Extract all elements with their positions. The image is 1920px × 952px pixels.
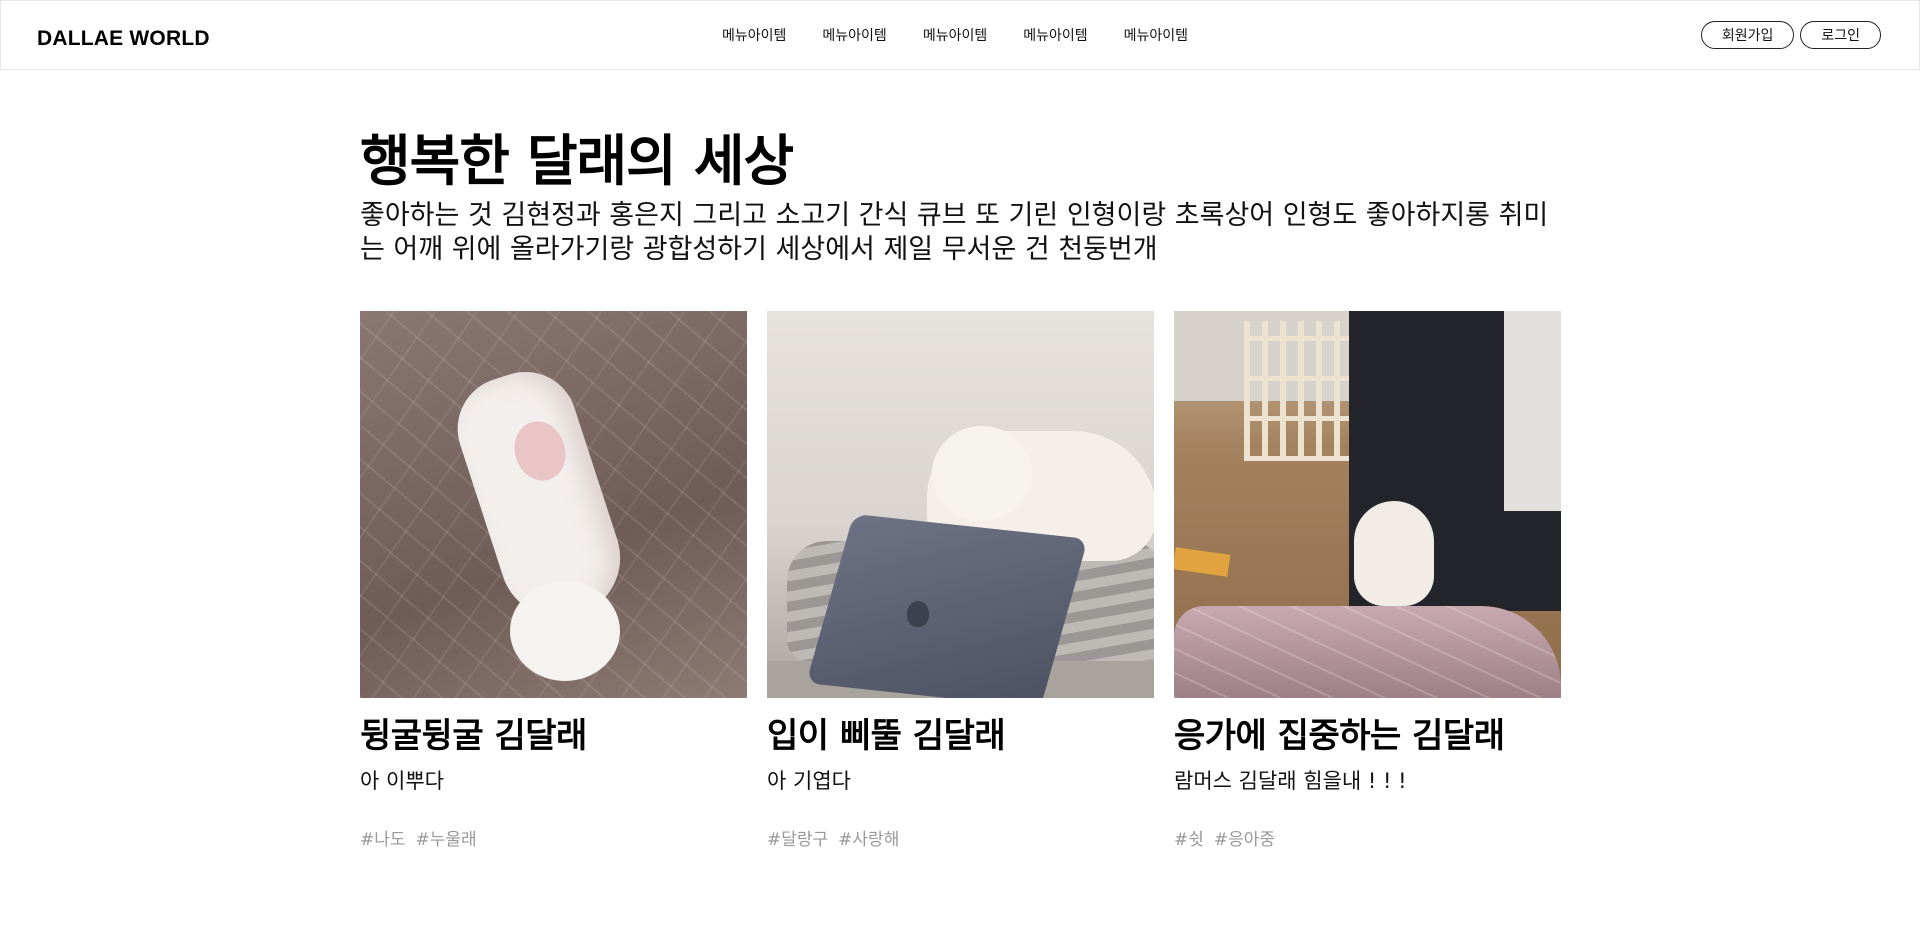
card-crooked-mouth[interactable]: 입이 삐뚤 김달래 아 기엽다 #달랑구 #사랑해 bbox=[767, 311, 1154, 850]
card-title: 입이 삐뚤 김달래 bbox=[767, 716, 1006, 756]
card-tags: #달랑구 #사랑해 bbox=[767, 825, 1154, 850]
photo-cards: 뒹굴뒹굴 김달래 아 이뿌다 #나도 #누울래 입이 삐뚤 김달래 아 기엽다 … bbox=[360, 311, 1561, 850]
cabinet-side bbox=[1504, 311, 1561, 511]
login-button[interactable]: 로그인 bbox=[1800, 21, 1881, 49]
dog-photo[interactable] bbox=[1174, 311, 1561, 698]
dog-photo[interactable] bbox=[767, 311, 1154, 698]
nav-item-2[interactable]: 메뉴아이템 bbox=[822, 25, 886, 45]
card-rolling[interactable]: 뒹굴뒹굴 김달래 아 이뿌다 #나도 #누울래 bbox=[360, 311, 747, 850]
tag[interactable]: #나도 bbox=[360, 825, 406, 850]
dog-photo[interactable] bbox=[360, 311, 747, 698]
auth-buttons: 회원가입 로그인 bbox=[1700, 21, 1881, 49]
laptop bbox=[806, 513, 1088, 698]
apple-logo-icon bbox=[907, 601, 929, 627]
pad bbox=[1174, 547, 1231, 577]
dog-head bbox=[510, 581, 620, 681]
site-logo[interactable]: DALLAE WORLD bbox=[37, 27, 210, 51]
tag[interactable]: #누울래 bbox=[416, 825, 477, 850]
blanket bbox=[1174, 606, 1561, 698]
intro-text: 좋아하는 것 김현정과 홍은지 그리고 소고기 간식 큐브 또 기린 인형이랑 … bbox=[360, 200, 1549, 265]
card-title: 응가에 집중하는 김달래 bbox=[1174, 716, 1505, 756]
signup-button[interactable]: 회원가입 bbox=[1700, 21, 1795, 49]
tag[interactable]: #응아중 bbox=[1214, 825, 1275, 850]
card-desc: 아 기엽다 bbox=[767, 769, 851, 793]
tag[interactable]: #사랑해 bbox=[838, 825, 899, 850]
tag[interactable]: #쉿 bbox=[1174, 825, 1204, 850]
nav-item-3[interactable]: 메뉴아이템 bbox=[923, 25, 987, 45]
nav-item-4[interactable]: 메뉴아이템 bbox=[1023, 25, 1087, 45]
page-title: 행복한 달래의 세상 bbox=[360, 129, 794, 193]
tag[interactable]: #달랑구 bbox=[767, 825, 828, 850]
card-desc: 람머스 김달래 힘을내 ! ! ! bbox=[1174, 769, 1407, 793]
dog-body bbox=[1354, 501, 1434, 606]
card-desc: 아 이뿌다 bbox=[360, 769, 444, 793]
nav-item-1[interactable]: 메뉴아이템 bbox=[722, 25, 786, 45]
dog-head bbox=[932, 426, 1032, 521]
main-nav: 메뉴아이템 메뉴아이템 메뉴아이템 메뉴아이템 메뉴아이템 bbox=[722, 25, 1188, 45]
card-focused[interactable]: 응가에 집중하는 김달래 람머스 김달래 힘을내 ! ! ! #쉿 #응아중 bbox=[1174, 311, 1561, 850]
card-title: 뒹굴뒹굴 김달래 bbox=[360, 716, 587, 756]
nav-item-5[interactable]: 메뉴아이템 bbox=[1124, 25, 1188, 45]
card-tags: #나도 #누울래 bbox=[360, 825, 747, 850]
card-tags: #쉿 #응아중 bbox=[1174, 825, 1561, 850]
top-header: DALLAE WORLD 메뉴아이템 메뉴아이템 메뉴아이템 메뉴아이템 메뉴아… bbox=[0, 0, 1920, 70]
